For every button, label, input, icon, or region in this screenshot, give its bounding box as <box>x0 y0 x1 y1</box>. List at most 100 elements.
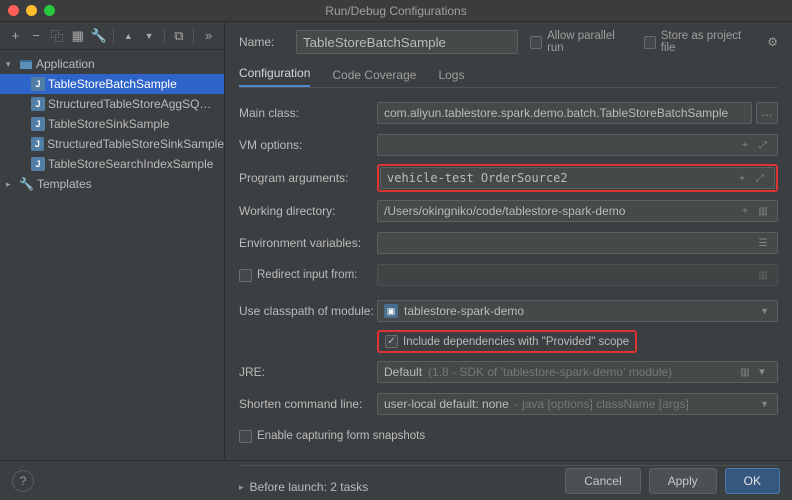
tree-node-templates[interactable]: ▸ 🔧 Templates <box>0 174 224 194</box>
gear-icon[interactable]: ⚙ <box>767 35 778 49</box>
checkbox-icon <box>530 36 542 49</box>
window-title: Run/Debug Configurations <box>0 4 792 18</box>
capture-label: Enable capturing form snapshots <box>257 430 425 442</box>
remove-button[interactable]: − <box>27 26 46 46</box>
folder-icon[interactable]: ▥ <box>737 364 753 380</box>
config-toolbar: + − ⿻ ▦ 🔧 ▲ ▼ ⧉ » <box>0 22 224 50</box>
expand-button[interactable]: » <box>199 26 218 46</box>
chevron-down-icon: ▾ <box>6 59 16 70</box>
tree-node-application[interactable]: ▾ Application <box>0 54 224 74</box>
jre-hint: (1.8 - SDK of 'tablestore-spark-demo' mo… <box>428 365 672 379</box>
apply-button[interactable]: Apply <box>649 468 717 494</box>
move-up-button[interactable]: ▲ <box>119 26 138 46</box>
java-icon: J <box>31 137 45 151</box>
classpath-dropdown[interactable]: ▣ tablestore-spark-demo ▼ <box>377 300 778 322</box>
add-icon[interactable]: + <box>737 137 753 153</box>
add-button[interactable]: + <box>6 26 25 46</box>
expand-icon[interactable]: ⤢ <box>755 137 771 153</box>
tree-item-label: TableStoreSinkSample <box>48 117 169 131</box>
name-label: Name: <box>239 35 284 49</box>
checkbox-icon <box>239 269 252 282</box>
program-args-input[interactable]: vehicle-test OrderSource2 + ⤢ <box>380 167 775 189</box>
main-class-input[interactable]: com.aliyun.tablestore.spark.demo.batch.T… <box>377 102 752 124</box>
include-deps-label: Include dependencies with "Provided" sco… <box>403 336 629 348</box>
chevron-right-icon: ▸ <box>6 179 16 190</box>
tab-logs[interactable]: Logs <box>438 68 464 87</box>
maximize-icon[interactable] <box>44 5 55 16</box>
name-input[interactable] <box>296 30 518 54</box>
edit-button[interactable]: 🔧 <box>89 26 108 46</box>
tree-item[interactable]: J TableStoreSinkSample <box>0 114 224 134</box>
chevron-down-icon: ▼ <box>760 306 771 316</box>
chevron-right-icon: ▸ <box>239 482 244 493</box>
config-tree: ▾ Application J TableStoreBatchSample J … <box>0 50 224 460</box>
move-down-button[interactable]: ▼ <box>140 26 159 46</box>
working-dir-input[interactable]: /Users/okingniko/code/tablestore-spark-d… <box>377 200 778 222</box>
classpath-value: tablestore-spark-demo <box>404 304 524 318</box>
cancel-button[interactable]: Cancel <box>565 468 640 494</box>
tree-item-label: TableStoreSearchIndexSample <box>48 157 213 171</box>
tree-item[interactable]: J StructuredTableStoreAggSQLSample <box>0 94 224 114</box>
main-class-label: Main class: <box>239 106 377 120</box>
toolbar-separator <box>193 28 194 44</box>
java-icon: J <box>31 117 45 131</box>
tree-item-label: TableStoreBatchSample <box>48 77 177 91</box>
save-button[interactable]: ▦ <box>68 26 87 46</box>
browse-button[interactable]: … <box>756 102 778 124</box>
module-icon: ▣ <box>384 304 398 318</box>
checkbox-label: Allow parallel run <box>547 30 628 54</box>
ok-button[interactable]: OK <box>725 468 780 494</box>
tree-item[interactable]: J StructuredTableStoreSinkSample <box>0 134 224 154</box>
vm-options-label: VM options: <box>239 138 377 152</box>
program-args-highlight: vehicle-test OrderSource2 + ⤢ <box>377 164 778 192</box>
tab-bar: Configuration Code Coverage Logs <box>239 66 778 88</box>
help-button[interactable]: ? <box>12 470 34 492</box>
tree-label: Application <box>36 57 95 71</box>
allow-parallel-checkbox[interactable]: Allow parallel run <box>530 30 628 54</box>
tree-item[interactable]: J TableStoreBatchSample <box>0 74 224 94</box>
tab-configuration[interactable]: Configuration <box>239 66 310 87</box>
env-vars-input[interactable]: ☰ <box>377 232 778 254</box>
folder-button[interactable]: ⧉ <box>169 26 188 46</box>
expand-icon[interactable]: ⤢ <box>752 170 768 186</box>
toolbar-separator <box>164 28 165 44</box>
redirect-checkbox[interactable]: Redirect input from: <box>239 269 377 282</box>
add-icon[interactable]: + <box>734 170 750 186</box>
main-class-value: com.aliyun.tablestore.spark.demo.batch.T… <box>384 106 728 120</box>
checkbox-icon <box>644 36 656 49</box>
tree-item-label: StructuredTableStoreAggSQLSample <box>48 97 213 111</box>
list-icon[interactable]: ☰ <box>755 235 771 251</box>
capture-snapshots-checkbox[interactable]: Enable capturing form snapshots <box>239 430 425 443</box>
jre-dropdown[interactable]: Default (1.8 - SDK of 'tablestore-spark-… <box>377 361 778 383</box>
vm-options-input[interactable]: + ⤢ <box>377 134 778 156</box>
tab-code-coverage[interactable]: Code Coverage <box>332 68 416 87</box>
redirect-row: Redirect input from: <box>239 269 377 282</box>
tree-item-label: StructuredTableStoreSinkSample <box>47 137 224 151</box>
shorten-label: Shorten command line: <box>239 397 377 411</box>
program-args-value: vehicle-test OrderSource2 <box>387 171 568 185</box>
shorten-dropdown[interactable]: user-local default: none - java [options… <box>377 393 778 415</box>
chevron-down-icon: ▼ <box>755 364 771 380</box>
divider <box>239 465 778 466</box>
tree-label: Templates <box>37 177 92 191</box>
jre-label: JRE: <box>239 365 377 379</box>
add-icon[interactable]: + <box>737 203 753 219</box>
minimize-icon[interactable] <box>26 5 37 16</box>
include-deps-checkbox[interactable]: ✓ Include dependencies with "Provided" s… <box>385 335 629 348</box>
copy-button[interactable]: ⿻ <box>48 26 67 46</box>
folder-icon[interactable]: ▥ <box>755 203 771 219</box>
checkbox-checked-icon: ✓ <box>385 335 398 348</box>
left-panel: + − ⿻ ▦ 🔧 ▲ ▼ ⧉ » ▾ Application J <box>0 22 225 460</box>
right-panel: Name: Allow parallel run Store as projec… <box>225 22 792 460</box>
folder-icon: ▥ <box>755 267 771 283</box>
chevron-down-icon: ▼ <box>760 399 771 409</box>
working-dir-value: /Users/okingniko/code/tablestore-spark-d… <box>384 204 625 218</box>
tree-item[interactable]: J TableStoreSearchIndexSample <box>0 154 224 174</box>
close-icon[interactable] <box>8 5 19 16</box>
store-project-checkbox[interactable]: Store as project file <box>644 30 752 54</box>
redirect-input: ▥ <box>377 264 778 286</box>
shorten-hint: - java [options] className [args] <box>515 397 689 411</box>
working-dir-label: Working directory: <box>239 204 377 218</box>
jre-value: Default <box>384 365 422 379</box>
titlebar: Run/Debug Configurations <box>0 0 792 22</box>
